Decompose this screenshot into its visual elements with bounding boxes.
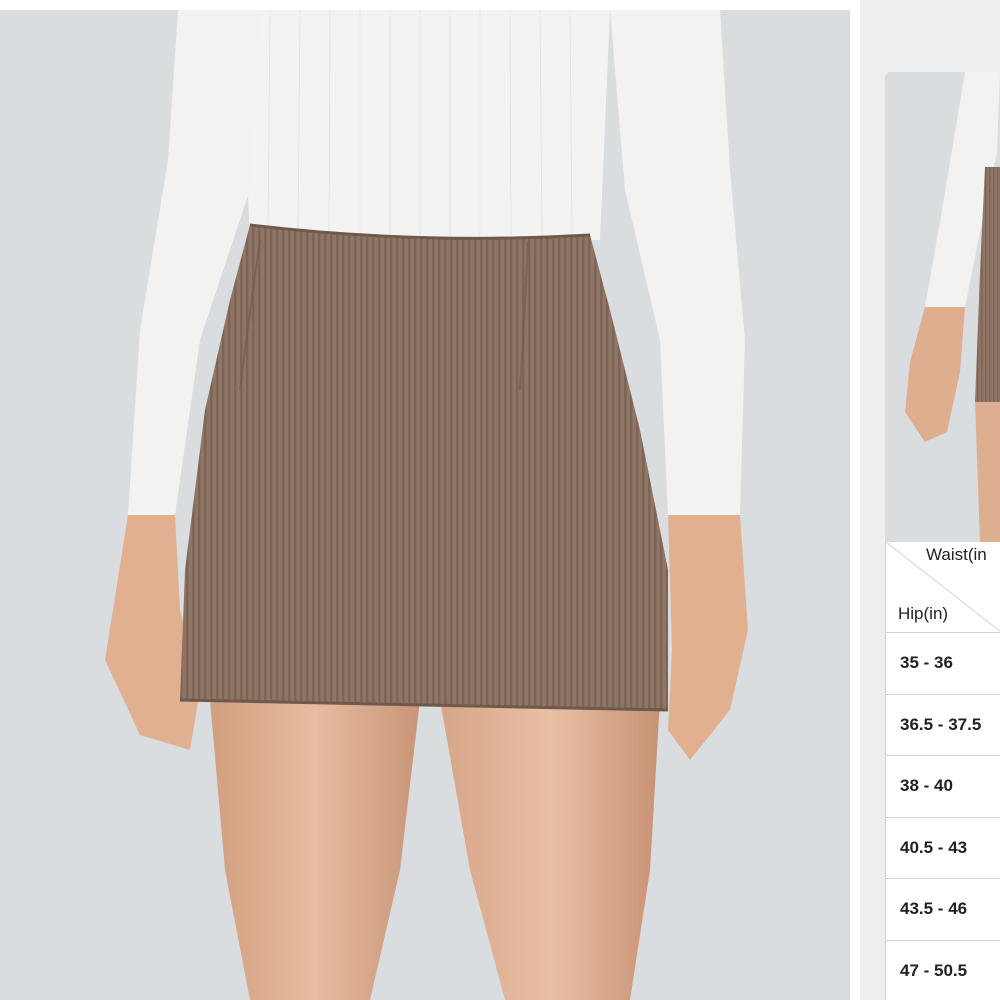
waist-column-header: Waist(in bbox=[926, 545, 987, 564]
table-row: 38 - 40 bbox=[886, 756, 1000, 818]
product-image-viewer: Waist(in Hip(in) 35 - 36 36.5 - 37.5 38 … bbox=[0, 0, 1000, 1000]
size-table: Waist(in Hip(in) 35 - 36 36.5 - 37.5 38 … bbox=[885, 542, 1000, 1000]
table-row: 36.5 - 37.5 bbox=[886, 694, 1000, 756]
size-table-header: Waist(in Hip(in) bbox=[886, 542, 1000, 633]
main-product-image[interactable] bbox=[0, 10, 850, 1000]
table-row: 43.5 - 46 bbox=[886, 879, 1000, 941]
table-row: 35 - 36 bbox=[886, 633, 1000, 695]
table-row: 40.5 - 43 bbox=[886, 817, 1000, 879]
panel-divider bbox=[850, 0, 860, 1000]
size-guide-panel: Waist(in Hip(in) 35 - 36 36.5 - 37.5 38 … bbox=[860, 0, 1000, 1000]
thumbnail-illustration bbox=[885, 72, 1000, 542]
model-thumbnail-image[interactable] bbox=[885, 72, 1000, 542]
table-row: 47 - 50.5 bbox=[886, 940, 1000, 1000]
hip-row-header: Hip(in) bbox=[898, 604, 949, 623]
skirt-photo-illustration bbox=[0, 10, 850, 1000]
